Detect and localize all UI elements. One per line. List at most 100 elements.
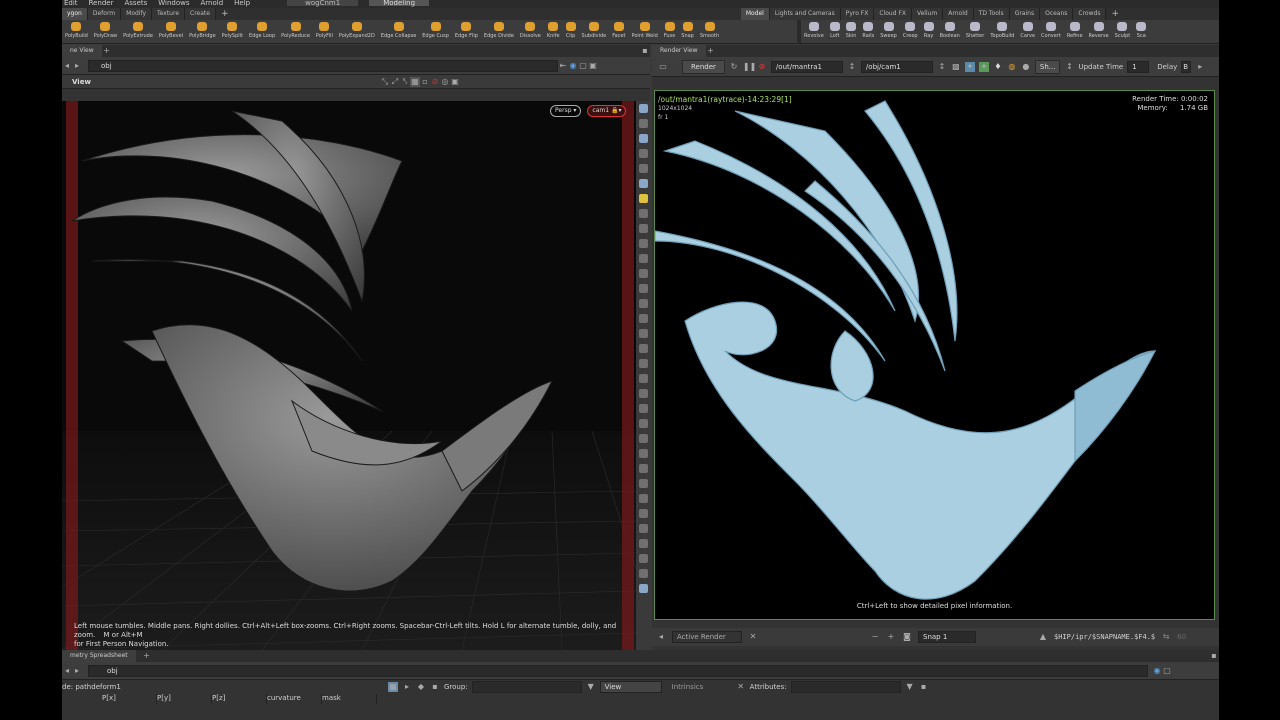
sidebar-tool-icon[interactable] <box>638 359 648 368</box>
sidebar-tool-icon[interactable] <box>638 449 648 458</box>
sidebar-tool-icon[interactable] <box>638 119 648 128</box>
pin-icon[interactable]: ⇤ <box>558 61 568 71</box>
layout-icon[interactable]: ▢ <box>578 61 588 71</box>
intrinsics-label[interactable]: Intrinsics <box>672 683 732 691</box>
ipr-icon[interactable]: ✦ <box>978 61 989 72</box>
tool-topobuild[interactable]: TopoBuild <box>987 20 1017 43</box>
snapshot-camera-icon[interactable]: ◙ <box>902 632 912 642</box>
shelf-tab-deform[interactable]: Deform <box>87 8 122 20</box>
sidebar-tool-icon[interactable] <box>638 329 648 338</box>
shelf-tab-create[interactable]: Create <box>185 8 216 20</box>
menu-edit[interactable]: Edit <box>64 0 78 7</box>
add-shelf-right-icon[interactable]: + <box>1106 8 1219 20</box>
tool-fuse[interactable]: Fuse <box>661 20 678 43</box>
tool-polybevel[interactable]: PolyBevel <box>156 20 186 43</box>
tool-ray[interactable]: Ray <box>921 20 937 43</box>
sidebar-tool-icon[interactable] <box>638 164 648 173</box>
close-snap-icon[interactable]: ✕ <box>748 632 758 642</box>
tool-sca[interactable]: Sca <box>1133 20 1149 43</box>
box-icon[interactable]: ▫ <box>420 77 430 87</box>
shelf-tab-texture[interactable]: Texture <box>152 8 186 20</box>
globe-icon[interactable]: ◉ <box>568 61 578 71</box>
network-path-field[interactable]: obj <box>88 59 558 72</box>
desktop-selector[interactable]: Modeling <box>369 0 430 7</box>
render-region-icon[interactable]: ▩ <box>951 62 961 72</box>
sidebar-tool-icon[interactable] <box>638 179 648 188</box>
update-time-field[interactable]: 1 <box>1127 60 1150 73</box>
zoom-icon[interactable]: ◍ <box>1007 62 1017 72</box>
sidebar-tool-icon[interactable] <box>638 284 648 293</box>
snap-field[interactable]: Snap 1 <box>918 631 976 643</box>
sidebar-tool-icon[interactable] <box>638 389 648 398</box>
pause-icon[interactable]: ❚❚ <box>743 62 756 72</box>
sidebar-tool-icon[interactable] <box>638 209 648 218</box>
shelf-tab-cloud[interactable]: Cloud FX <box>874 8 912 20</box>
tool-reverse[interactable]: Reverse <box>1086 20 1112 43</box>
tool-clip[interactable]: Clip <box>563 20 579 43</box>
sidebar-tool-icon[interactable] <box>638 149 648 158</box>
tool-edge-loop[interactable]: Edge Loop <box>246 20 278 43</box>
tool-rails[interactable]: Rails <box>859 20 877 43</box>
zoom-out-icon[interactable]: − <box>870 632 880 642</box>
tool-creep[interactable]: Creep <box>900 20 921 43</box>
column-header[interactable]: P[y] <box>157 694 212 704</box>
sphere-icon[interactable]: ● <box>1021 62 1031 72</box>
tool-boolean[interactable]: Boolean <box>937 20 963 43</box>
expand-arrow-icon[interactable]: ▸ <box>1195 62 1205 72</box>
shelf-tab-polygon[interactable]: ygon <box>62 8 88 20</box>
add-shelf-icon[interactable]: + <box>216 8 234 20</box>
column-header[interactable]: P[z] <box>212 694 267 704</box>
back-arrow-icon[interactable]: ◂ <box>62 666 72 676</box>
sidebar-tool-icon[interactable] <box>638 569 648 578</box>
forward-arrow-icon[interactable]: ▸ <box>72 666 82 676</box>
sidebar-tool-icon[interactable] <box>638 314 648 323</box>
camera-menu[interactable]: cam1 🔒▾ <box>587 105 627 117</box>
back-arrow-icon[interactable]: ◂ <box>62 61 72 71</box>
sidebar-tool-icon[interactable] <box>638 134 648 143</box>
active-render-field[interactable]: Active Render <box>672 631 742 643</box>
sidebar-tool-icon[interactable] <box>638 554 648 563</box>
sidebar-tool-icon[interactable] <box>638 299 648 308</box>
output-menu-icon[interactable]: ↕ <box>847 62 857 72</box>
tool-carve[interactable]: Carve <box>1017 20 1038 43</box>
camera-menu-icon[interactable]: ↕ <box>937 62 947 72</box>
camera-icon[interactable]: ◎ <box>440 77 450 87</box>
persp-menu[interactable]: Persp ▾ <box>550 105 582 117</box>
handle-icon[interactable]: ⤣ <box>400 77 410 87</box>
pane-menu-icon[interactable]: ▪ <box>640 46 650 56</box>
forward-arrow-icon[interactable]: ▸ <box>72 61 82 71</box>
tool-sweep[interactable]: Sweep <box>877 20 900 43</box>
camera-field[interactable]: /obj/cam1 <box>860 60 933 73</box>
maximize-icon[interactable]: ▣ <box>588 61 598 71</box>
frame-icon[interactable]: ▣ <box>450 77 460 87</box>
globe-icon[interactable]: ◉ <box>1152 666 1162 676</box>
add-tab-icon[interactable]: + <box>706 46 716 56</box>
shelf-tab-pyro[interactable]: Pyro FX <box>840 8 875 20</box>
snap-disk-icon[interactable]: ▲ <box>1038 632 1048 642</box>
tool-smooth[interactable]: Smooth <box>697 20 722 43</box>
select-icon[interactable]: ⤡ <box>380 77 390 87</box>
output-driver-field[interactable]: /out/mantra1 <box>770 60 843 73</box>
column-header[interactable]: curvature <box>267 694 322 704</box>
sidebar-tool-icon[interactable] <box>638 269 648 278</box>
tool-polybuild[interactable]: PolyBuild <box>62 20 91 43</box>
tool-revolve[interactable]: Revolve <box>801 20 827 43</box>
sidebar-tool-icon[interactable] <box>638 479 648 488</box>
sidebar-tool-icon[interactable] <box>638 434 648 443</box>
tab-scene-view[interactable]: ne View <box>62 45 102 57</box>
tool-edge-cusp[interactable]: Edge Cusp <box>419 20 452 43</box>
sidebar-tool-icon[interactable] <box>638 254 648 263</box>
render-image[interactable]: /out/mantra1(raytrace)-14:23:29[1] 1024x… <box>654 90 1215 620</box>
no-entry-icon[interactable]: ⊘ <box>430 77 440 87</box>
sidebar-tool-icon[interactable] <box>638 344 648 353</box>
tool-point-weld[interactable]: Point Weld <box>629 20 661 43</box>
intrinsics-close-icon[interactable]: ✕ <box>736 682 746 692</box>
render-menu-icon[interactable]: ▭ <box>658 62 668 72</box>
sidebar-tool-icon[interactable] <box>638 464 648 473</box>
sidebar-tool-icon[interactable] <box>638 104 648 113</box>
tool-shatter[interactable]: Shatter <box>963 20 987 43</box>
sidebar-tool-icon[interactable] <box>638 374 648 383</box>
viewport-3d[interactable]: Persp ▾ cam1 🔒▾ Left mouse tumbles. Midd… <box>62 101 636 650</box>
scene-tab[interactable]: wogCnm1 <box>287 0 359 7</box>
sidebar-tool-icon[interactable] <box>638 524 648 533</box>
